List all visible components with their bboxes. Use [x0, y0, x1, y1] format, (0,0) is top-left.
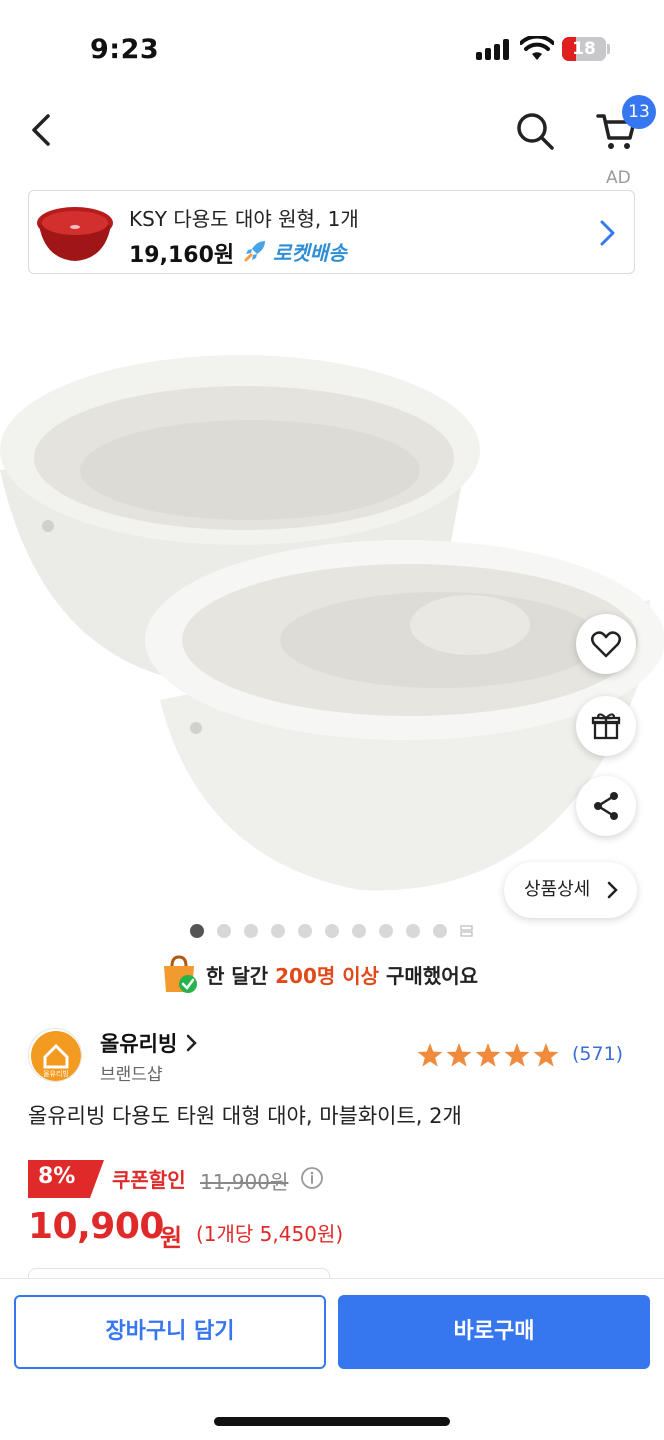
- product-image[interactable]: [0, 300, 664, 910]
- share-icon: [594, 792, 618, 820]
- star-icon: [533, 1043, 559, 1067]
- star-icon: [504, 1043, 530, 1067]
- chevron-right-icon: [186, 1034, 197, 1052]
- review-count-link[interactable]: (571): [572, 1043, 623, 1065]
- brand-name-link[interactable]: 올유리빙: [100, 1028, 177, 1058]
- rocket-icon: [244, 241, 265, 262]
- chevron-right-icon: [600, 220, 615, 246]
- home-indicator: [214, 1417, 450, 1426]
- heart-icon: [591, 631, 621, 658]
- grid-view-icon[interactable]: [460, 925, 473, 937]
- pagination-dot[interactable]: [433, 924, 447, 938]
- wishlist-button[interactable]: [576, 614, 636, 674]
- ad-title: KSY 다용도 대야 원형, 1개: [129, 207, 359, 231]
- share-button[interactable]: [576, 776, 636, 836]
- status-bar: 9:23 18: [0, 0, 664, 96]
- original-price: 11,900원: [200, 1170, 289, 1194]
- ad-price: 19,160원: [129, 243, 235, 268]
- pagination-dot[interactable]: [379, 924, 393, 938]
- buy-now-button[interactable]: 바로구매: [338, 1295, 650, 1369]
- ad-banner[interactable]: KSY 다용도 대야 원형, 1개 19,160원 로켓배송: [28, 190, 635, 274]
- search-icon[interactable]: [512, 108, 558, 154]
- star-icon: [417, 1043, 443, 1067]
- bottom-action-bar: 장바구니 담기 바로구매: [0, 1278, 664, 1440]
- discount-percent: 8%: [38, 1164, 76, 1189]
- add-to-cart-button[interactable]: 장바구니 담기: [14, 1295, 326, 1369]
- battery-icon: 18: [562, 37, 606, 61]
- shopping-bag-icon: [164, 955, 197, 993]
- rocket-delivery-label: 로켓배송: [273, 241, 347, 265]
- svg-text:올유리빙: 올유리빙: [43, 1069, 69, 1078]
- cart-count-badge: 13: [622, 95, 656, 129]
- info-icon[interactable]: [300, 1166, 324, 1190]
- chevron-right-icon: [607, 881, 618, 899]
- pagination-dot[interactable]: [352, 924, 366, 938]
- pagination-dot[interactable]: [217, 924, 231, 938]
- purchase-note: 한 달간 200명 이상 구매했어요: [206, 964, 479, 988]
- pagination-dot[interactable]: [298, 924, 312, 938]
- product-detail-button[interactable]: 상품상세: [504, 862, 637, 918]
- product-photo-basins: [0, 355, 664, 891]
- star-icon: [446, 1043, 472, 1067]
- status-time: 9:23: [90, 34, 160, 65]
- gift-button[interactable]: [576, 696, 636, 756]
- pagination-dot[interactable]: [406, 924, 420, 938]
- sale-price: 10,900: [28, 1206, 164, 1247]
- pagination-dot[interactable]: [271, 924, 285, 938]
- ad-label: AD: [606, 168, 631, 188]
- battery-level: 18: [572, 39, 596, 59]
- sale-price-unit: 원: [160, 1224, 183, 1252]
- product-detail-label: 상품상세: [524, 879, 591, 900]
- wifi-icon: [520, 36, 554, 60]
- brand-logo-image: 올유리빙: [31, 1031, 81, 1081]
- brand-logo[interactable]: 올유리빙: [28, 1028, 82, 1082]
- brand-subtitle: 브랜드샵: [100, 1065, 163, 1085]
- header: [0, 96, 664, 166]
- gift-icon: [591, 713, 621, 740]
- unit-price: (1개당 5,450원): [196, 1222, 344, 1246]
- ad-product-thumbnail: [37, 207, 113, 261]
- pagination-dot[interactable]: [325, 924, 339, 938]
- back-icon[interactable]: [24, 110, 64, 150]
- product-title: 올유리빙 다용도 타원 대형 대야, 마블화이트, 2개: [28, 1104, 462, 1128]
- pagination-dot[interactable]: [190, 924, 204, 938]
- battery-tip: [607, 44, 610, 54]
- star-icon: [475, 1043, 501, 1067]
- signal-icon: [476, 38, 510, 60]
- coupon-discount-label: 쿠폰할인: [112, 1168, 186, 1192]
- pagination-dot[interactable]: [244, 924, 258, 938]
- rating-stars[interactable]: [416, 1042, 566, 1070]
